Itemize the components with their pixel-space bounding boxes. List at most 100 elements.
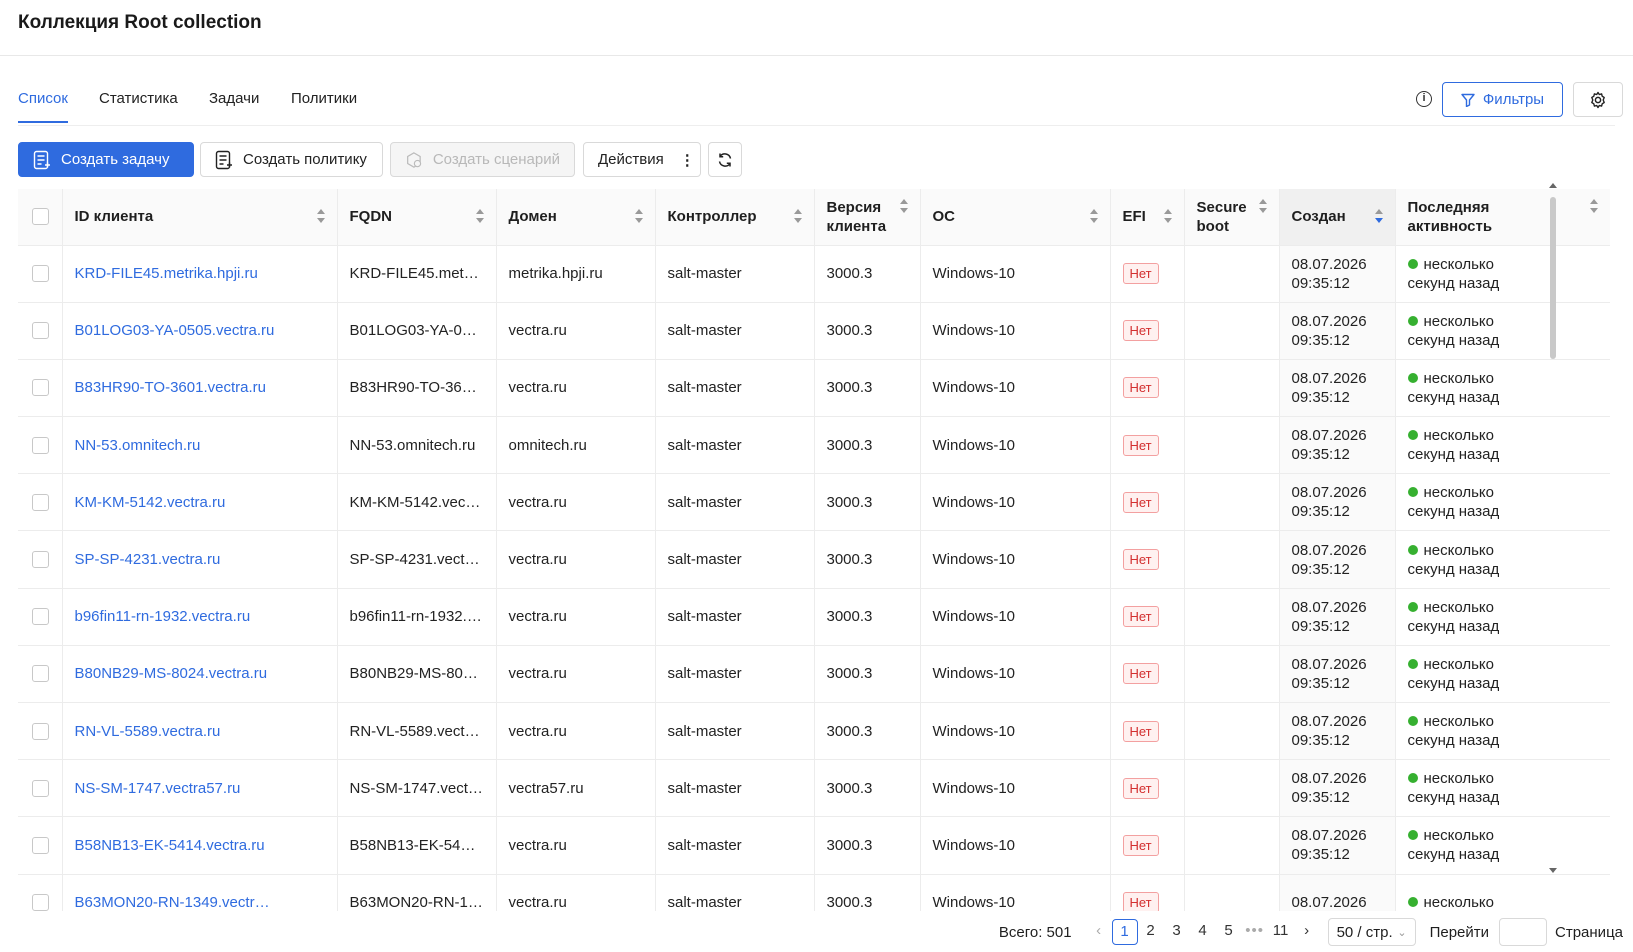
sort-icon[interactable] [1258, 199, 1267, 215]
table-row[interactable]: NN-53.omnitech.ru NN-53.omnitech.ru omnite… [18, 416, 1610, 475]
scroll-up-icon[interactable] [1549, 183, 1557, 188]
page-2[interactable]: 2 [1138, 919, 1164, 945]
column-header-controller[interactable]: Контроллер [655, 189, 815, 246]
settings-button[interactable] [1573, 82, 1623, 117]
column-header-fqdn[interactable]: FQDN [337, 189, 497, 246]
row-checkbox[interactable] [32, 551, 49, 569]
client-id-link[interactable]: B58NB13-EK-5414.vectra.ru [75, 837, 265, 854]
client-id-link[interactable]: SP-SP-4231.vectra.ru [75, 551, 221, 568]
client-id-link[interactable]: B63MON20-RN-1349.vectr… [75, 894, 270, 911]
table-scrollbar[interactable] [1546, 183, 1560, 873]
table-row[interactable]: RN-VL-5589.vectra.ru RN-VL-5589.vectr… vec… [18, 702, 1610, 761]
column-header-secure-boot[interactable]: Secure boot [1184, 189, 1280, 246]
prev-page-icon[interactable]: ‹ [1086, 919, 1112, 945]
created-time: 09:35:12 [1291, 388, 1350, 406]
activity-text-2: секунд назад [1407, 388, 1500, 406]
page-4[interactable]: 4 [1190, 919, 1216, 945]
client-id-cell: B01LOG03-YA-0505.vectra.ru [62, 302, 338, 360]
sort-icon[interactable] [316, 209, 325, 225]
table-row[interactable]: B80NB29-MS-8024.vectra.ru B80NB29-MS-802…… [18, 645, 1610, 704]
page-11[interactable]: 11 [1268, 919, 1294, 945]
column-header-last-activity[interactable]: Последняя активность [1395, 189, 1610, 246]
page-3[interactable]: 3 [1164, 919, 1190, 945]
table-row[interactable]: SP-SP-4231.vectra.ru SP-SP-4231.vectr… vec… [18, 530, 1610, 589]
info-icon[interactable]: i [1416, 91, 1432, 107]
fqdn-cell: KRD-FILE45.metri… [337, 245, 497, 303]
client-id-link[interactable]: RN-VL-5589.vectra.ru [75, 723, 221, 740]
refresh-icon [718, 152, 732, 167]
row-checkbox[interactable] [32, 608, 49, 626]
client-id-link[interactable]: b96fin11-rn-1932.vectra.ru [75, 608, 251, 625]
sort-icon[interactable] [793, 209, 802, 225]
sort-icon[interactable] [1163, 209, 1172, 225]
client-id-link[interactable]: KRD-FILE45.metrika.hpji.ru [75, 265, 258, 282]
page-5[interactable]: 5 [1216, 919, 1242, 945]
table-row[interactable]: B83HR90-TO-3601.vectra.ru B83HR90-TO-360…… [18, 359, 1610, 418]
row-checkbox[interactable] [32, 265, 49, 283]
clients-table: ID клиента FQDN Домен Контроллер Версия … [18, 189, 1610, 911]
filters-button[interactable]: Фильтры [1442, 82, 1563, 117]
table-row[interactable]: b96fin11-rn-1932.vectra.ru b96fin11-rn-19… [18, 588, 1610, 646]
client-id-link[interactable]: B80NB29-MS-8024.vectra.ru [75, 665, 268, 682]
efi-cell: Нет [1110, 759, 1185, 818]
efi-badge: Нет [1122, 320, 1159, 342]
actions-button[interactable]: Действия ⋮ [583, 142, 701, 177]
row-checkbox[interactable] [32, 493, 49, 511]
create-scenario-button[interactable]: Создать сценарий [390, 142, 575, 177]
sort-icon[interactable] [1589, 199, 1598, 215]
page-1[interactable]: 1 [1111, 919, 1138, 945]
os-cell: Windows-10 [920, 759, 1111, 818]
next-page-icon[interactable]: › [1294, 919, 1320, 945]
last-activity-cell: несколько секунд назад [1395, 416, 1610, 475]
row-checkbox[interactable] [32, 436, 49, 454]
tab-tasks[interactable]: Задачи [209, 90, 259, 121]
table-row[interactable]: NS-SM-1747.vectra57.ru NS-SM-1747.vect… ve… [18, 759, 1610, 818]
tab-list[interactable]: Список [18, 90, 68, 123]
tab-statistics[interactable]: Статистика [99, 90, 178, 121]
row-checkbox[interactable] [32, 779, 49, 797]
sort-icon[interactable] [634, 209, 643, 225]
sort-icon[interactable] [1089, 209, 1098, 225]
row-checkbox[interactable] [32, 836, 49, 854]
client-id-link[interactable]: B01LOG03-YA-0505.vectra.ru [75, 322, 275, 339]
table-row[interactable]: B63MON20-RN-1349.vectr… B63MON20-RN-1… vec… [18, 874, 1610, 911]
page-size-value: 50 / стр. [1336, 923, 1393, 941]
scroll-down-icon[interactable] [1549, 868, 1557, 873]
row-checkbox[interactable] [32, 379, 49, 397]
column-header-client-version[interactable]: Версия клиента [814, 189, 921, 246]
online-status-icon [1407, 658, 1418, 669]
column-header-client-id[interactable]: ID клиента [62, 189, 338, 246]
table-row[interactable]: KRD-FILE45.metrika.hpji.ru KRD-FILE45.met… [18, 245, 1610, 303]
sort-icon[interactable] [475, 209, 484, 225]
table-row[interactable]: KM-KM-5142.vectra.ru KM-KM-5142.vect… vect… [18, 473, 1610, 532]
page-size-select[interactable]: 50 / стр. ⌄ [1327, 918, 1416, 946]
column-header-domain[interactable]: Домен [496, 189, 656, 246]
client-id-link[interactable]: NS-SM-1747.vectra57.ru [75, 780, 241, 797]
client-id-link[interactable]: KM-KM-5142.vectra.ru [75, 494, 226, 511]
column-header-created[interactable]: Создан [1279, 189, 1396, 246]
client-id-link[interactable]: NN-53.omnitech.ru [75, 437, 201, 454]
select-all-checkbox[interactable] [32, 208, 49, 226]
column-header-os[interactable]: ОС [920, 189, 1111, 246]
table-row[interactable]: B58NB13-EK-5414.vectra.ru B58NB13-EK-541…… [18, 816, 1610, 875]
row-checkbox[interactable] [32, 322, 49, 340]
row-checkbox[interactable] [32, 665, 49, 683]
create-policy-button[interactable]: Создать политику [200, 142, 383, 177]
sort-icon[interactable] [899, 199, 908, 215]
domain-cell: vectra.ru [496, 530, 656, 589]
refresh-button[interactable] [708, 142, 742, 177]
row-checkbox[interactable] [32, 894, 49, 911]
tab-policies[interactable]: Политики [291, 90, 357, 121]
goto-page-input[interactable] [1499, 918, 1548, 946]
row-checkbox[interactable] [32, 722, 49, 740]
table-row[interactable]: B01LOG03-YA-0505.vectra.ru B01LOG03-YA-05… [18, 302, 1610, 360]
column-header-efi[interactable]: EFI [1110, 189, 1185, 246]
scrollbar-thumb[interactable] [1550, 197, 1556, 359]
client-id-link[interactable]: B83HR90-TO-3601.vectra.ru [75, 379, 266, 396]
efi-badge: Нет [1122, 263, 1159, 285]
create-task-button[interactable]: Создать задачу [18, 142, 194, 177]
online-status-icon [1407, 830, 1418, 841]
page-ellipsis[interactable]: ••• [1242, 919, 1268, 945]
created-time: 09:35:12 [1291, 331, 1350, 349]
sort-desc-icon[interactable] [1374, 209, 1383, 225]
